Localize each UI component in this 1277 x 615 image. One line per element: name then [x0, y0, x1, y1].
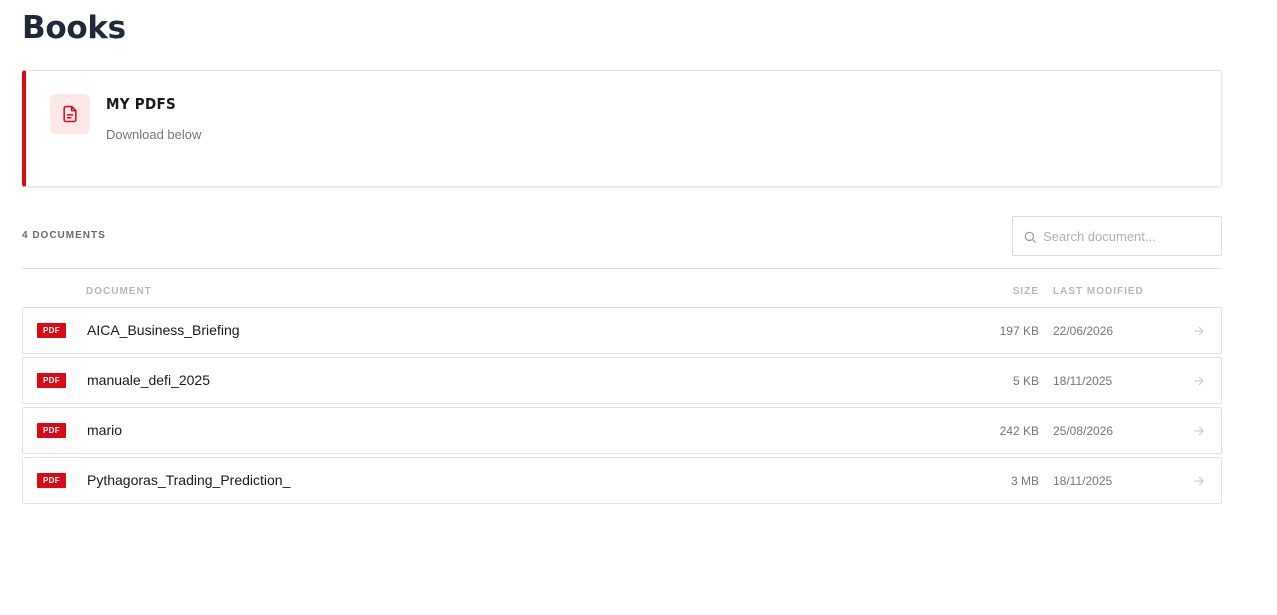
pdf-badge: PDF — [37, 423, 66, 438]
arrow-right-icon[interactable] — [1193, 375, 1205, 387]
document-name[interactable]: Pythagoras_Trading_Prediction_ — [87, 472, 290, 488]
document-name[interactable]: mario — [87, 422, 122, 438]
column-header-document: DOCUMENT — [86, 286, 152, 297]
column-header-size: SIZE — [1012, 286, 1039, 297]
document-name[interactable]: AICA_Business_Briefing — [87, 322, 240, 338]
document-size: 3 MB — [1010, 474, 1039, 488]
divider — [22, 268, 1222, 269]
document-size: 197 KB — [999, 324, 1039, 338]
document-date: 25/08/2026 — [1053, 424, 1114, 438]
pdf-badge: PDF — [37, 473, 66, 488]
document-icon — [50, 94, 90, 134]
document-name[interactable]: manuale_defi_2025 — [87, 372, 210, 388]
table-row[interactable]: PDF manuale_defi_2025 5 KB 18/11/2025 — [22, 357, 1222, 404]
pdf-banner: MY PDFS Download below — [22, 70, 1222, 187]
column-header-last-modified: LAST MODIFIED — [1053, 286, 1144, 297]
search-box[interactable] — [1012, 216, 1222, 256]
arrow-right-icon[interactable] — [1193, 325, 1205, 337]
document-date: 18/11/2025 — [1053, 374, 1113, 388]
table-row[interactable]: PDF AICA_Business_Briefing 197 KB 22/06/… — [22, 307, 1222, 354]
page: Books MY PDFS Download below 4 DOCUMENTS… — [0, 0, 1277, 615]
document-size: 5 KB — [1012, 374, 1039, 388]
banner-subtitle: Download below — [106, 127, 202, 142]
banner-title: MY PDFS — [106, 95, 177, 113]
arrow-right-icon[interactable] — [1193, 475, 1205, 487]
table-row[interactable]: PDF mario 242 KB 25/08/2026 — [22, 407, 1222, 454]
arrow-right-icon[interactable] — [1193, 425, 1205, 437]
document-date: 18/11/2025 — [1053, 474, 1113, 488]
search-input[interactable] — [1043, 217, 1219, 255]
document-count: 4 DOCUMENTS — [22, 230, 106, 241]
document-size: 242 KB — [999, 424, 1039, 438]
document-date: 22/06/2026 — [1053, 324, 1114, 338]
table-row[interactable]: PDF Pythagoras_Trading_Prediction_ 3 MB … — [22, 457, 1222, 504]
search-icon — [1024, 231, 1036, 243]
page-title: Books — [22, 10, 126, 46]
pdf-badge: PDF — [37, 323, 66, 338]
pdf-badge: PDF — [37, 373, 66, 388]
